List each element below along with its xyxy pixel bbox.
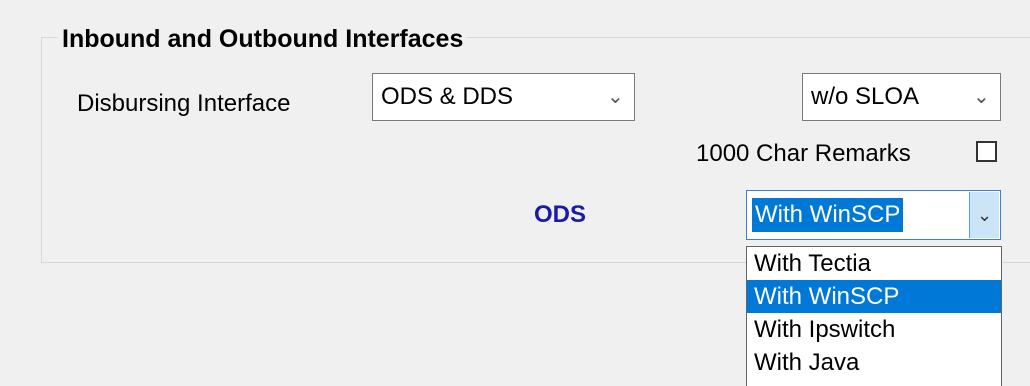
dropdown-option-ipswitch[interactable]: With Ipswitch — [747, 313, 1001, 346]
ods-transfer-select[interactable]: With WinSCP ⌄ — [746, 190, 1001, 240]
char-remarks-checkbox[interactable] — [976, 141, 997, 162]
group-title: Inbound and Outbound Interfaces — [58, 24, 468, 54]
char-remarks-label: 1000 Char Remarks — [696, 140, 911, 167]
disbursing-interface-value: ODS & DDS — [381, 83, 514, 110]
chevron-down-icon: ⌄ — [973, 86, 990, 108]
dropdown-option-java[interactable]: With Java — [747, 346, 1001, 379]
disbursing-interface-select[interactable]: ODS & DDS ⌄ — [372, 73, 635, 121]
ods-transfer-dropdown-list: With Tectia With WinSCP With Ipswitch Wi… — [746, 246, 1002, 386]
ods-transfer-value: With WinSCP — [752, 198, 904, 232]
sloa-value: w/o SLOA — [811, 83, 920, 110]
sloa-select[interactable]: w/o SLOA ⌄ — [802, 73, 1001, 121]
chevron-down-icon[interactable]: ⌄ — [969, 192, 999, 238]
disbursing-interface-label: Disbursing Interface — [77, 90, 291, 117]
dropdown-option-winscp[interactable]: With WinSCP — [747, 280, 1001, 313]
dropdown-option-tectia[interactable]: With Tectia — [747, 247, 1001, 280]
ods-label: ODS — [534, 201, 587, 228]
interfaces-panel: Inbound and Outbound Interfaces Disbursi… — [0, 0, 1030, 386]
chevron-down-icon: ⌄ — [607, 86, 624, 108]
